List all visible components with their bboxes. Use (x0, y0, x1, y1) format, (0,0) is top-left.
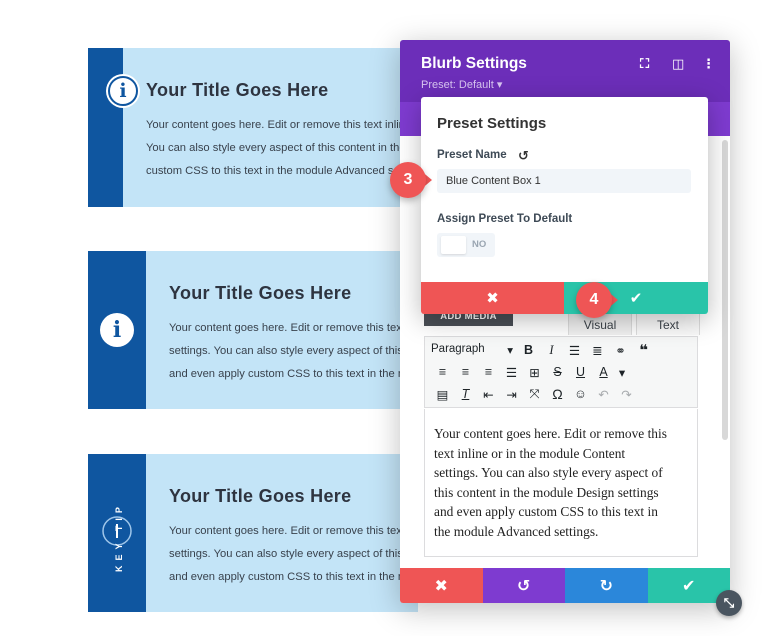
card-title[interactable]: Your Title Goes Here (169, 283, 351, 304)
card-body-line: settings. You can also style every aspec… (169, 548, 418, 560)
bold-icon[interactable]: B (517, 339, 540, 361)
check-icon: ✔ (629, 290, 643, 307)
toolbar-row-1: Paragraph ▾ B I ☰ ≣ ⚭ ❝ (431, 339, 655, 361)
card-title[interactable]: Your Title Goes Here (169, 486, 351, 507)
content-text[interactable]: Your content goes here. Edit or remove t… (434, 424, 667, 541)
callout-number: 4 (576, 282, 612, 318)
emoji-icon[interactable]: ☺ (569, 383, 592, 405)
outdent-icon[interactable]: ⇤ (477, 383, 500, 405)
close-icon: ✖ (434, 577, 448, 595)
card-body[interactable]: Your content goes here. Edit or remove t… (169, 520, 418, 589)
modal-cancel-button[interactable]: ✖ (421, 282, 564, 314)
check-icon: ✔ (682, 577, 696, 595)
content-line: and even apply custom CSS to this text i… (434, 504, 658, 519)
undo-icon: ↺ (517, 577, 531, 595)
card-body-line: Your content goes here. Edit or remove t… (146, 119, 412, 131)
key-tip-badge: KEY TIP (102, 502, 132, 572)
card-body-line: and even apply custom CSS to this text i… (169, 368, 418, 380)
modal-title: Preset Settings (437, 115, 547, 132)
blurb-card-1[interactable]: i Your Title Goes Here Your content goes… (88, 48, 418, 207)
content-line: this content in the module Design settin… (434, 484, 659, 500)
blurb-card-2[interactable]: i Your Title Goes Here Your content goes… (88, 251, 418, 409)
card-body-line: and even apply custom CSS to this text i… (169, 571, 418, 583)
justify-icon[interactable]: ☰ (500, 361, 523, 383)
text-color-icon[interactable]: A (592, 361, 615, 383)
align-center-icon[interactable]: ≡ (454, 361, 477, 383)
split-view-icon[interactable]: ◫ (672, 56, 684, 72)
indent-icon[interactable]: ⇥ (500, 383, 523, 405)
chevron-down-icon: ▾ (507, 345, 513, 357)
resize-handle-icon[interactable]: ⤡ (716, 590, 742, 616)
content-line: Your content goes here. Edit or remove t… (434, 426, 667, 441)
italic-icon[interactable]: I (540, 339, 563, 361)
key-tip-badge-text: KEY TIP (114, 502, 124, 572)
card-body-line: settings. You can also style every aspec… (169, 345, 418, 357)
preset-name-input[interactable]: Blue Content Box 1 (437, 169, 691, 193)
redo-icon: ↻ (599, 577, 613, 595)
panel-header[interactable]: Blurb Settings Preset: Default ▾ ⛶ ◫ ⋮ (400, 40, 730, 102)
table-icon[interactable]: ⊞ (523, 361, 546, 383)
preset-settings-modal: Preset Settings Preset Name ↺ Blue Conte… (421, 97, 708, 314)
preset-dropdown[interactable]: Preset: Default ▾ (421, 78, 502, 91)
reset-icon[interactable]: ↺ (518, 148, 529, 164)
underline-icon[interactable]: U (569, 361, 592, 383)
redo-button[interactable]: ↻ (565, 568, 648, 603)
toggle-knob (441, 236, 466, 254)
discard-button[interactable]: ✖ (400, 568, 483, 603)
content-line: text inline or in the module Content (434, 445, 626, 461)
align-left-icon[interactable]: ≡ (431, 361, 454, 383)
blockquote-icon[interactable]: ❝ (632, 339, 655, 361)
preset-name-label: Preset Name (437, 149, 507, 161)
content-editor[interactable]: Your content goes here. Edit or remove t… (424, 409, 698, 557)
page: i Your Title Goes Here Your content goes… (0, 0, 768, 636)
card-body-line: You can also style every aspect of this … (146, 142, 406, 154)
format-select-value: Paragraph (431, 343, 485, 355)
info-icon: i (100, 313, 134, 347)
card-accent-bar (88, 48, 123, 207)
toggle-label: NO (472, 239, 487, 250)
blurb-card-3[interactable]: KEY TIP Your Title Goes Here Your conten… (88, 454, 418, 612)
editor-toolbar: Paragraph ▾ B I ☰ ≣ ⚭ ❝ ≡ ≡ ≡ ☰ ⊞ S U A ▾… (424, 336, 698, 408)
bullet-list-icon[interactable]: ☰ (563, 339, 586, 361)
fullscreen-editor-icon[interactable]: ⤧ (523, 383, 546, 405)
card-body-line: Your content goes here. Edit or remove t… (169, 525, 418, 537)
scrollbar[interactable] (722, 140, 728, 440)
toolbar-row-2: ≡ ≡ ≡ ☰ ⊞ S U A ▾ (431, 361, 629, 383)
toolbar-row-3: ▤ T ⇤ ⇥ ⤧ Ω ☺ ↶ ↷ (431, 383, 638, 405)
link-icon[interactable]: ⚭ (609, 339, 632, 361)
align-right-icon[interactable]: ≡ (477, 361, 500, 383)
content-line: the module Advanced settings. (434, 523, 599, 539)
content-line: settings. You can also style every aspec… (434, 465, 663, 480)
assign-default-toggle[interactable]: NO (437, 233, 495, 257)
close-icon: ✖ (486, 290, 499, 307)
clear-format-icon[interactable]: T (454, 383, 477, 405)
info-icon: i (108, 76, 138, 106)
card-title[interactable]: Your Title Goes Here (146, 80, 328, 101)
panel-footer: ✖ ↺ ↻ ✔ (400, 568, 730, 603)
chevron-down-icon[interactable]: ▾ (615, 361, 629, 383)
undo-icon[interactable]: ↶ (592, 383, 615, 405)
card-body[interactable]: Your content goes here. Edit or remove t… (169, 317, 418, 386)
card-body-line: Your content goes here. Edit or remove t… (169, 322, 418, 334)
fullscreen-icon[interactable]: ⛶ (640, 56, 649, 72)
modal-footer: ✖ ✔ (421, 282, 708, 314)
numbered-list-icon[interactable]: ≣ (586, 339, 609, 361)
tab-text[interactable]: Text (636, 313, 700, 335)
undo-button[interactable]: ↺ (482, 568, 565, 603)
strikethrough-icon[interactable]: S (546, 361, 569, 383)
format-select[interactable]: Paragraph ▾ (431, 343, 517, 357)
assign-default-label: Assign Preset To Default (437, 213, 573, 225)
card-body[interactable]: Your content goes here. Edit or remove t… (146, 114, 418, 183)
card-body-line: custom CSS to this text in the module Ad… (146, 165, 418, 177)
panel-title: Blurb Settings (421, 55, 527, 72)
redo-icon[interactable]: ↷ (615, 383, 638, 405)
special-char-icon[interactable]: Ω (546, 383, 569, 405)
more-options-icon[interactable]: ⋮ (702, 56, 715, 72)
callout-number: 3 (390, 162, 426, 198)
paste-icon[interactable]: ▤ (431, 383, 454, 405)
